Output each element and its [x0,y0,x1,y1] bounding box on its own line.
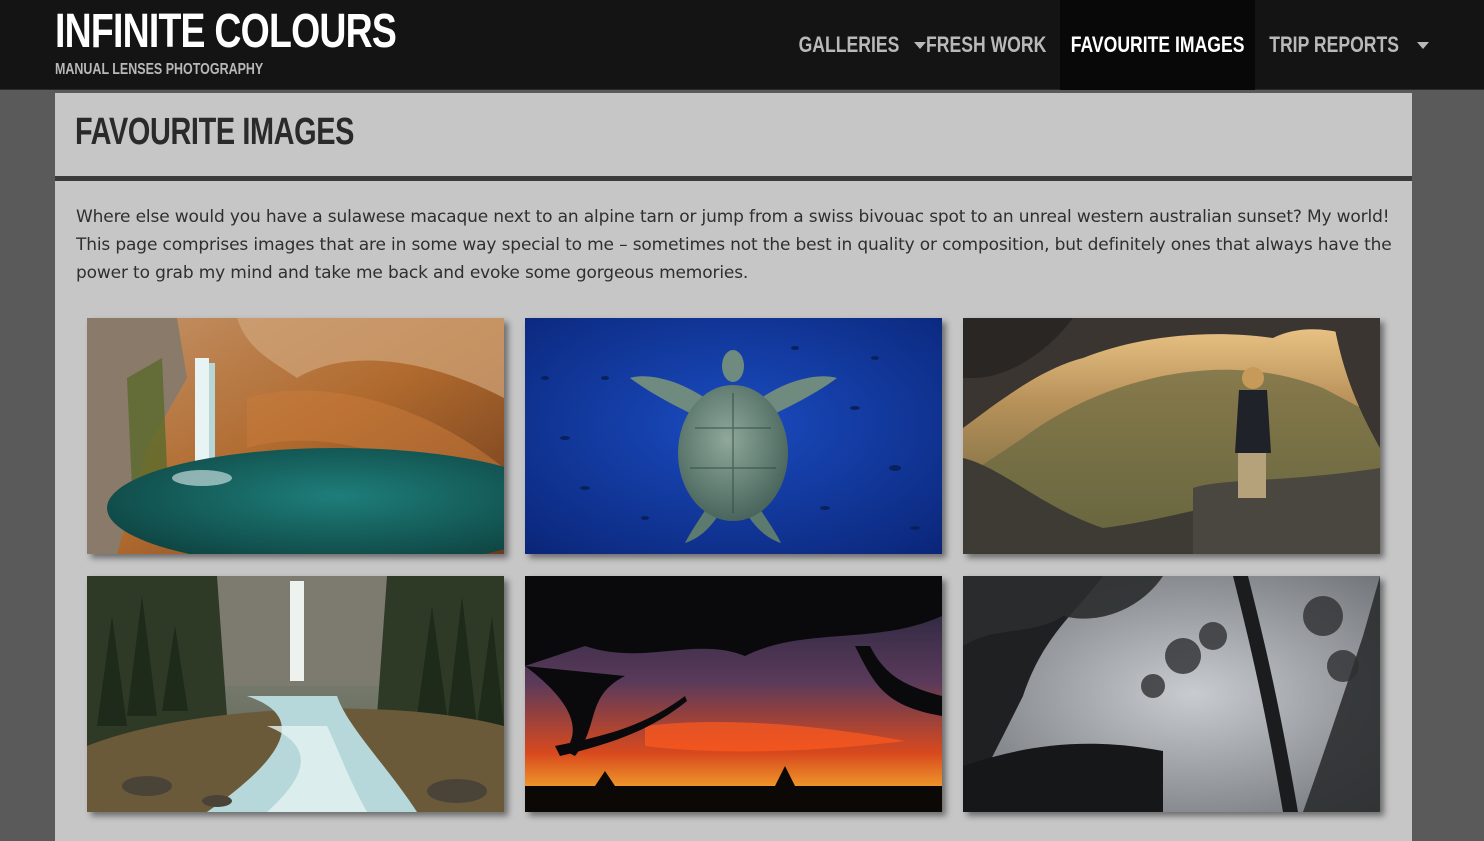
gallery-image[interactable] [963,576,1380,812]
site-header: INFINITE COLOURS MANUAL LENSES PHOTOGRAP… [0,0,1484,90]
nav-item-label: GALLERIES [798,32,900,57]
gallery-image[interactable] [525,576,942,812]
nav-item-label: FAVOURITE IMAGES [1070,32,1245,57]
intro-text: Where else would you have a sulawese mac… [76,203,1396,287]
nav-item-label: TRIP REPORTS [1269,32,1399,57]
gallery-image[interactable] [87,318,504,554]
gallery-image[interactable] [87,576,504,812]
page-title-panel: FAVOURITE IMAGES [55,93,1412,176]
site-logo-title[interactable]: INFINITE COLOURS [55,4,397,60]
nav-item-trip-reports[interactable]: TRIP REPORTS [1265,0,1430,90]
nav-item-fresh-work[interactable]: FRESH WORK [922,0,1050,90]
nav-item-favourite-images[interactable]: FAVOURITE IMAGES [1060,0,1255,90]
chevron-down-icon [1417,41,1430,49]
intro-line: power to grab my mind and take me back a… [76,263,749,283]
gallery-image[interactable] [525,318,942,554]
nav-item-label: FRESH WORK [925,32,1047,57]
site-logo-subtitle: MANUAL LENSES PHOTOGRAPHY [55,61,264,78]
rock-arch-hiker-photo [963,318,1380,554]
page-title: FAVOURITE IMAGES [75,111,355,153]
gallery-image[interactable] [963,318,1380,554]
intro-line: This page comprises images that are in s… [76,235,1392,255]
sunset-tree-photo [525,576,942,812]
misty-forest-photo [963,576,1380,812]
content-panel: Where else would you have a sulawese mac… [55,181,1412,841]
nav-item-galleries[interactable]: GALLERIES [795,0,926,90]
intro-line: Where else would you have a sulawese mac… [76,207,1390,227]
sea-turtle-photo [525,318,942,554]
gorge-waterfall-photo [87,318,504,554]
alpine-river-photo [87,576,504,812]
